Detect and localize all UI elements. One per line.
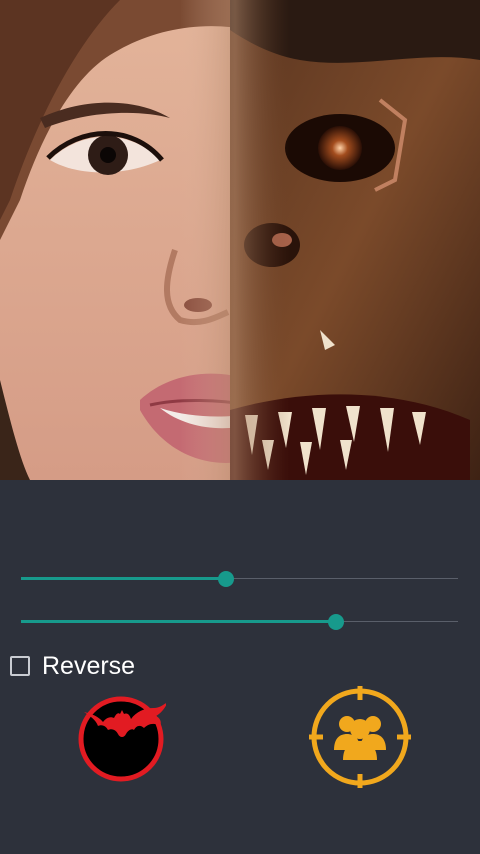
slider-thumb[interactable] (218, 571, 235, 587)
face-photo-image (0, 0, 480, 480)
face-photo (0, 0, 480, 480)
slider-fill (21, 620, 336, 623)
effect-slider-bottom[interactable] (21, 610, 458, 634)
effect-button[interactable] (76, 694, 168, 782)
effect-slider-top[interactable] (21, 567, 458, 591)
bat-icon (78, 696, 168, 782)
reverse-option[interactable]: Reverse (10, 650, 135, 682)
faces-button[interactable] (307, 684, 413, 790)
slider-fill (21, 577, 227, 580)
reverse-checkbox[interactable] (10, 656, 30, 676)
group-target-icon (309, 686, 411, 788)
reverse-label: Reverse (42, 652, 136, 680)
slider-thumb[interactable] (327, 614, 344, 630)
